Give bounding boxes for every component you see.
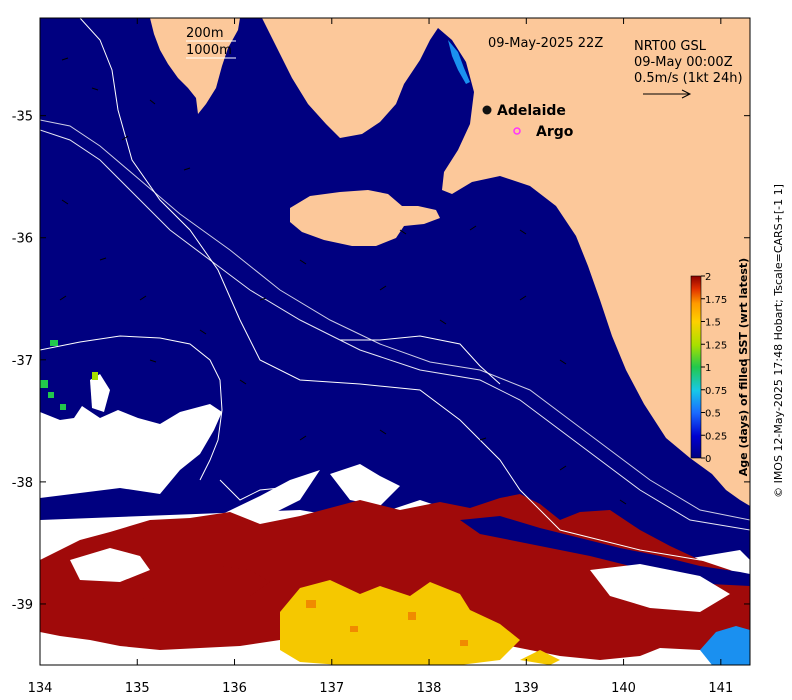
lat-tick-label: -39 — [12, 598, 33, 613]
colorbar-tick-label: 2 — [705, 272, 711, 283]
adelaide-marker — [482, 105, 492, 115]
sst-age-map: Adelaide Argo 09-May-2025 22Z NRT00 GSL … — [12, 17, 785, 696]
colorbar-tick-label: 1.75 — [705, 295, 727, 306]
colorbar-tick-label: 0.75 — [705, 386, 727, 397]
adelaide-label: Adelaide — [497, 103, 566, 119]
lat-tick-label: -37 — [12, 354, 33, 369]
lat-tick-label: -36 — [12, 232, 33, 247]
lon-tick-label: 135 — [125, 681, 150, 696]
depth-legend-1000m: 1000m — [186, 43, 232, 58]
colorbar-tick-label: 1.5 — [705, 318, 721, 329]
map-plot-area — [40, 18, 750, 665]
map-date-label: 09-May-2025 22Z — [488, 36, 603, 51]
lat-tick-label: -38 — [12, 476, 33, 491]
current-time-label: 09-May 00:00Z — [634, 55, 733, 70]
depth-legend-200m: 200m — [186, 26, 223, 41]
colorbar-tick-label: 0 — [705, 454, 711, 465]
lon-tick-label: 138 — [417, 681, 442, 696]
lon-tick-label: 139 — [514, 681, 539, 696]
colorbar-tick-label: 0.5 — [705, 409, 721, 420]
colorbar — [690, 275, 702, 459]
colorbar-tick-label: 0.25 — [705, 431, 727, 442]
argo-label: Argo — [536, 124, 574, 140]
colorbar-label: Age (days) of filled SST (wrt latest) — [737, 258, 750, 476]
lon-tick-label: 140 — [611, 681, 636, 696]
lat-tick-label: -35 — [12, 110, 33, 125]
current-scale-label: 0.5m/s (1kt 24h) — [634, 71, 743, 86]
lon-tick-label: 134 — [28, 681, 53, 696]
credit-text: © IMOS 12-May-2025 17:48 Hobart; Tscale=… — [772, 184, 785, 498]
lon-tick-label: 136 — [222, 681, 247, 696]
lon-tick-label: 137 — [319, 681, 344, 696]
colorbar-tick-label: 1.25 — [705, 340, 727, 351]
colorbar-tick-label: 1 — [705, 363, 711, 374]
lon-tick-label: 141 — [708, 681, 733, 696]
product-label: NRT00 GSL — [634, 39, 707, 54]
